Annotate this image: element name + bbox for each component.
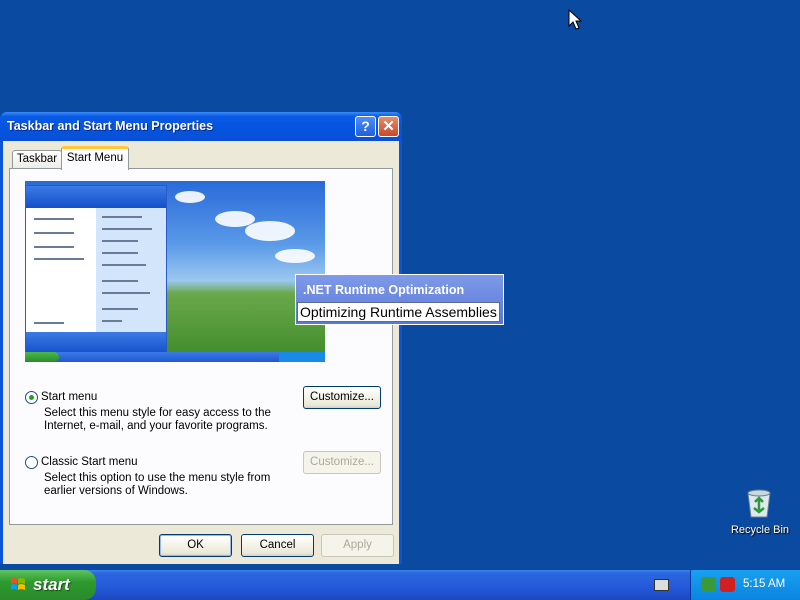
customize-classic-start-menu-button[interactable]: Customize... [303, 451, 381, 474]
apply-button[interactable]: Apply [321, 534, 394, 557]
window-title: Taskbar and Start Menu Properties [7, 119, 214, 133]
start-label: start [33, 575, 70, 594]
security-shield-icon[interactable] [720, 577, 735, 592]
start-menu-option-label[interactable]: Start menu [41, 391, 97, 403]
tab-start-menu[interactable]: Start Menu [61, 146, 129, 170]
preview-taskbar [25, 352, 325, 362]
ok-button[interactable]: OK [159, 534, 232, 557]
taskbar: start 5:15 AM [0, 570, 800, 600]
start-button[interactable]: start [0, 570, 96, 600]
classic-start-menu-option-description: Select this option to use the menu style… [44, 472, 271, 497]
close-button[interactable]: ✕ [378, 116, 399, 137]
start-menu-option-description: Select this menu style for easy access t… [44, 407, 271, 432]
start-menu-radio[interactable] [25, 391, 38, 404]
net-runtime-optimization-popup: .NET Runtime Optimization Optimizing Run… [295, 274, 504, 325]
popup-message: Optimizing Runtime Assemblies [297, 302, 500, 322]
keyboard-icon[interactable] [654, 579, 669, 591]
recycle-bin-label: Recycle Bin [730, 524, 790, 536]
recycle-bin-desktop-icon[interactable]: Recycle Bin [730, 486, 790, 542]
start-menu-preview-image [25, 181, 325, 362]
taskbar-start-menu-properties-window: Taskbar and Start Menu Properties ? ✕ Ta… [0, 112, 402, 564]
windows-logo-icon [11, 578, 25, 590]
network-icon[interactable] [701, 577, 716, 592]
recycle-bin-icon [747, 489, 771, 518]
tab-taskbar[interactable]: Taskbar [12, 150, 62, 169]
classic-start-menu-option-label[interactable]: Classic Start menu [41, 456, 138, 468]
clock[interactable]: 5:15 AM [743, 578, 785, 590]
popup-title: .NET Runtime Optimization [303, 283, 465, 297]
mouse-cursor-icon [568, 9, 582, 30]
cancel-button[interactable]: Cancel [241, 534, 314, 557]
preview-start-menu [25, 185, 167, 355]
help-button[interactable]: ? [355, 116, 376, 137]
customize-start-menu-button[interactable]: Customize... [303, 386, 381, 409]
window-client-area: Taskbar Start Menu Start menu Select thi… [3, 141, 399, 564]
start-menu-tab-panel: Start menu Select this menu style for ea… [9, 168, 393, 525]
window-titlebar[interactable]: Taskbar and Start Menu Properties ? ✕ [0, 112, 402, 141]
classic-start-menu-radio[interactable] [25, 456, 38, 469]
system-tray: 5:15 AM [690, 570, 800, 600]
